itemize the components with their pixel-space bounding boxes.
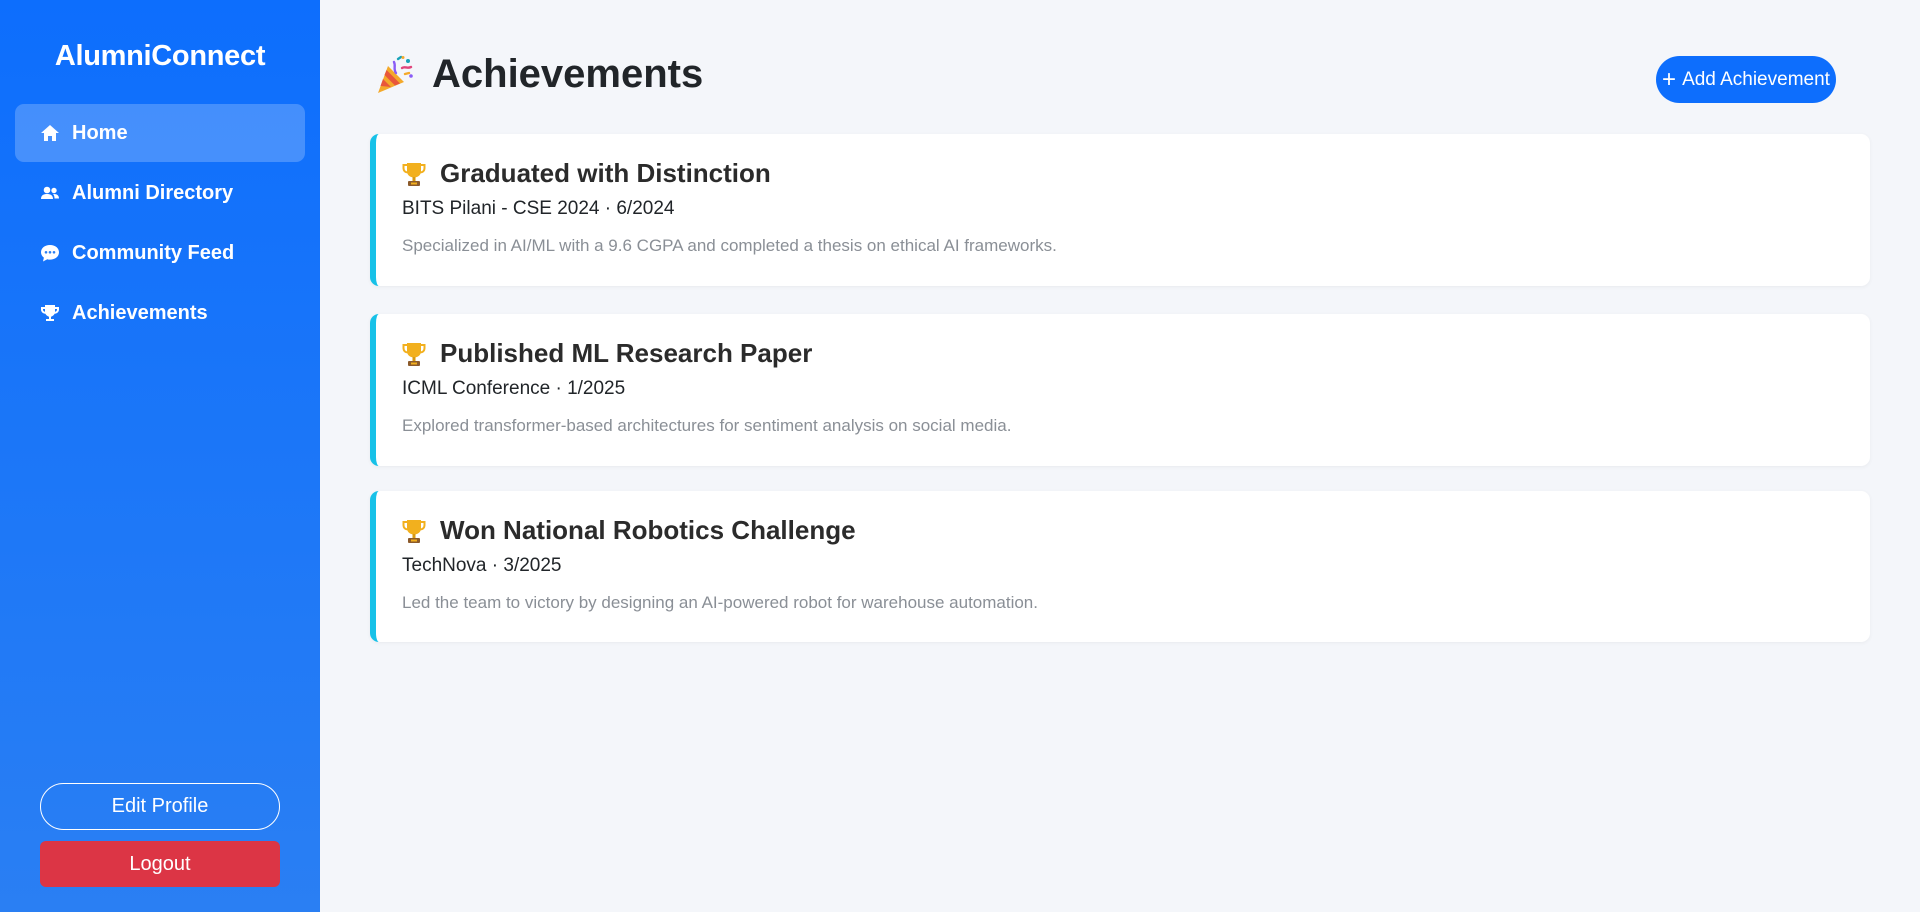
page-title: Achievements (432, 52, 704, 96)
achievement-title-row: Graduated with Distinction (402, 158, 771, 189)
comment-icon (40, 243, 60, 263)
achievement-description: Explored transformer-based architectures… (402, 416, 1012, 435)
trophy-icon (402, 162, 426, 186)
achievement-description: Led the team to victory by designing an … (402, 593, 1038, 612)
party-popper-icon (378, 55, 413, 93)
sidebar-item-community-feed[interactable]: Community Feed (15, 224, 305, 282)
achievement-title-row: Published ML Research Paper (402, 338, 812, 369)
trophy-icon (402, 519, 426, 543)
achievement-title: Won National Robotics Challenge (440, 515, 856, 545)
achievement-meta: ICML Conference · 1/2025 (402, 378, 626, 399)
sidebar-item-home[interactable]: Home (15, 104, 305, 162)
plus-icon: + (1662, 65, 1677, 93)
sidebar-item-label: Community Feed (72, 241, 235, 264)
sidebar: AlumniConnect Home Alumni Directory Comm… (0, 0, 320, 912)
home-icon (40, 123, 60, 143)
achievement-title: Graduated with Distinction (440, 158, 771, 188)
achievement-description: Specialized in AI/ML with a 9.6 CGPA and… (402, 236, 1057, 255)
users-icon (40, 183, 60, 203)
achievement-card[interactable]: Published ML Research Paper ICML Confere… (370, 314, 1870, 466)
achievement-card[interactable]: Won National Robotics Challenge TechNova… (370, 491, 1870, 642)
brand-logo[interactable]: AlumniConnect (0, 40, 320, 73)
add-achievement-label: Add Achievement (1682, 68, 1830, 90)
trophy-icon (402, 342, 426, 366)
sidebar-item-label: Home (72, 121, 128, 144)
achievement-meta: BITS Pilani - CSE 2024 · 6/2024 (402, 198, 675, 219)
sidebar-item-label: Achievements (72, 301, 208, 324)
edit-profile-button[interactable]: Edit Profile (40, 783, 280, 830)
achievement-meta: TechNova · 3/2025 (402, 555, 562, 576)
sidebar-item-label: Alumni Directory (72, 181, 234, 204)
add-achievement-button[interactable]: + Add Achievement (1656, 56, 1836, 103)
sidebar-item-alumni-directory[interactable]: Alumni Directory (15, 164, 305, 222)
main-content: Achievements + Add Achievement Graduated… (320, 0, 1920, 912)
page-header: Achievements (374, 52, 703, 97)
achievement-card[interactable]: Graduated with Distinction BITS Pilani -… (370, 134, 1870, 286)
achievement-title-row: Won National Robotics Challenge (402, 515, 856, 546)
sidebar-item-achievements[interactable]: Achievements (15, 284, 305, 342)
trophy-icon (40, 303, 60, 323)
achievement-title: Published ML Research Paper (440, 338, 813, 368)
sidebar-nav: Home Alumni Directory Community Feed Ach… (15, 104, 305, 344)
logout-button[interactable]: Logout (40, 841, 280, 887)
